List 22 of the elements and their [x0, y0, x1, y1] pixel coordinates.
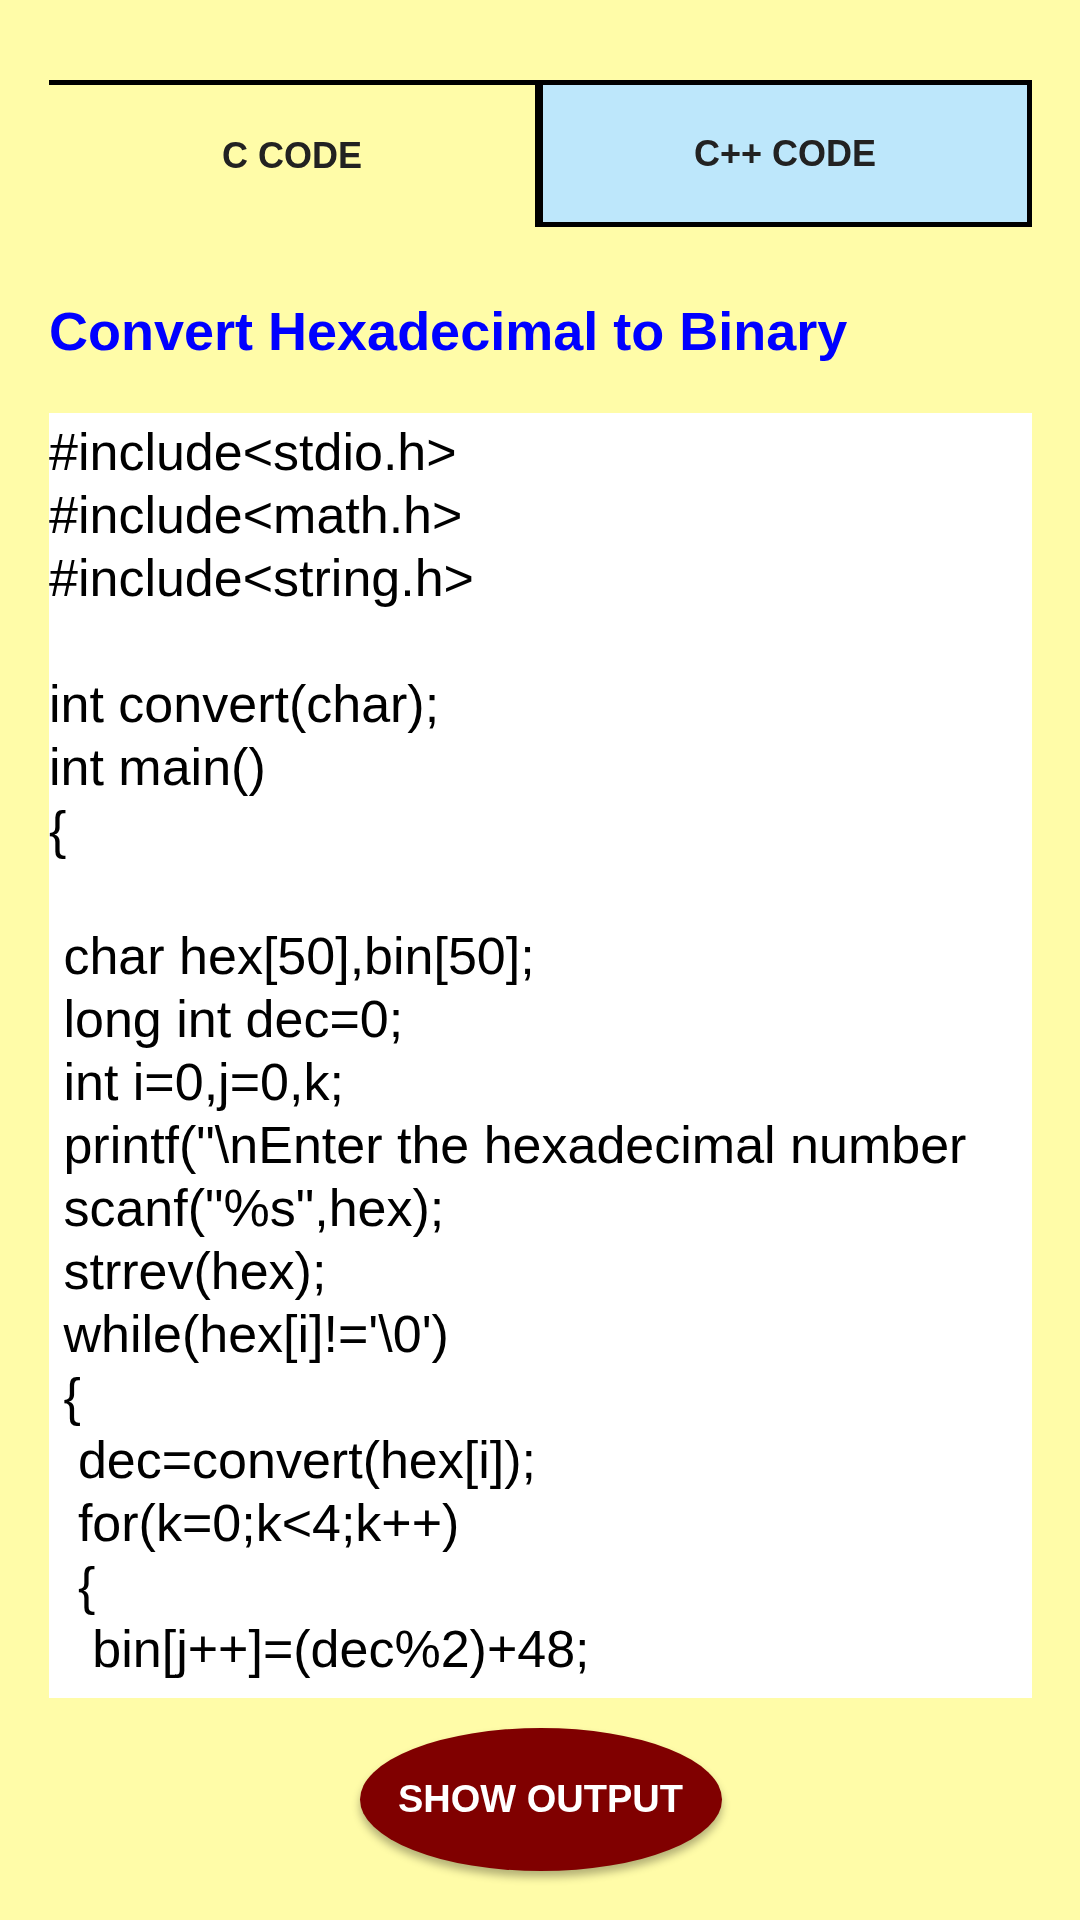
- show-output-button[interactable]: SHOW OUTPUT: [359, 1728, 722, 1871]
- code-line: #include<math.h>: [49, 485, 464, 546]
- code-line: for(k=0;k<4;k++): [76, 1493, 461, 1554]
- code-line: int convert(char);: [49, 674, 441, 735]
- code-line: bin[j++]=(dec%2)+48;: [91, 1619, 591, 1680]
- tab[interactable]: C++ CODE: [535, 85, 1032, 227]
- code-line: strrev(hex);: [62, 1241, 328, 1302]
- code-line: int i=0,j=0,k;: [62, 1052, 345, 1113]
- code-line: char hex[50],bin[50];: [62, 926, 536, 987]
- page-title: Convert Hexadecimal to Binary: [49, 300, 849, 363]
- code-line: int main(): [49, 737, 267, 798]
- tab[interactable]: C CODE: [49, 85, 535, 227]
- code-line: while(hex[i]!='\0'): [62, 1304, 450, 1365]
- code-line: #include<string.h>: [49, 548, 475, 609]
- code-line: dec=convert(hex[i]);: [76, 1430, 537, 1491]
- code-line: {: [76, 1556, 97, 1617]
- code-line: #include<stdio.h>: [49, 422, 458, 483]
- code-line: {: [49, 800, 68, 861]
- code-line: scanf("%s",hex);: [62, 1178, 446, 1239]
- code-line: long int dec=0;: [62, 989, 405, 1050]
- code-line: {: [62, 1367, 82, 1428]
- code-line: printf("\nEnter the hexadecimal number: [62, 1115, 968, 1176]
